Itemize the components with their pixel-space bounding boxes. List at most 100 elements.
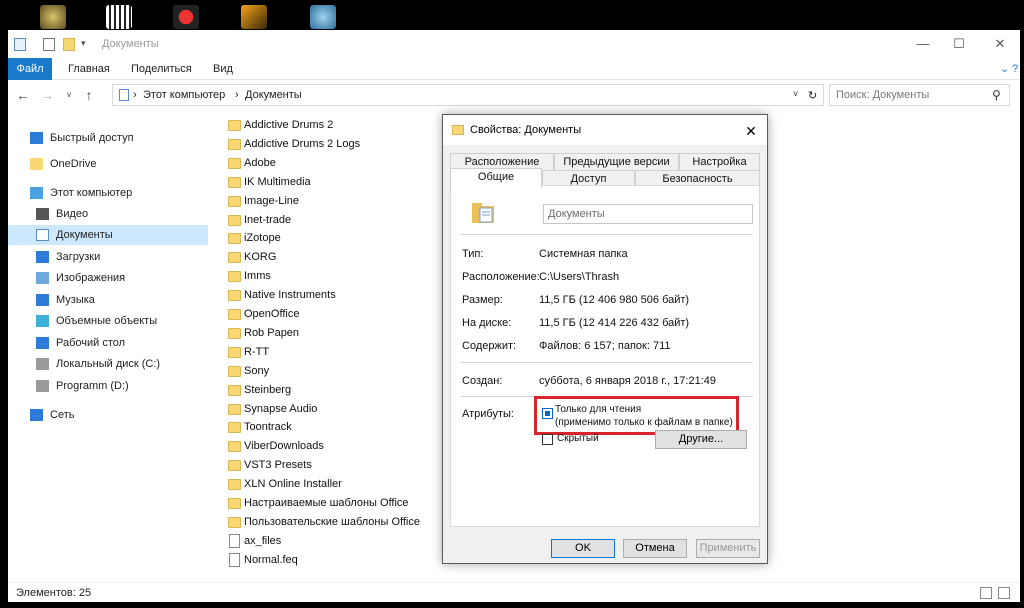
fl-studio-icon[interactable] (241, 5, 267, 29)
large-icons-view-icon[interactable] (998, 587, 1010, 599)
sidebar-item[interactable]: Музыка (8, 290, 208, 310)
search-input[interactable]: Поиск: Документы ⚲ (829, 84, 1010, 106)
list-item[interactable]: Normal.feq (220, 551, 450, 570)
forward-arrow-icon[interactable]: → (38, 86, 56, 104)
dialog-title: Свойства: Документы (470, 124, 582, 136)
folder-icon (228, 138, 241, 150)
tab-view[interactable]: Вид (203, 58, 243, 80)
tab-customize[interactable]: Настройка (679, 153, 760, 171)
list-item[interactable]: ViberDownloads (220, 437, 450, 456)
address-bar-row: ← → ˅ ↑ › Этот компьютер › Документы ˅ ↻… (8, 80, 1020, 110)
list-item-label: XLN Online Installer (244, 478, 342, 491)
list-item[interactable]: iZotope (220, 229, 450, 248)
recent-chevron-icon[interactable]: ˅ (60, 86, 78, 104)
piano-app-icon[interactable] (106, 5, 132, 29)
sidebar-item[interactable]: Загрузки (8, 247, 208, 267)
chevron-down-icon[interactable]: ▾ (81, 38, 89, 51)
list-item-label: Sony (244, 364, 270, 377)
breadcrumb-documents[interactable]: Документы (245, 89, 302, 101)
audio-app-icon[interactable] (173, 5, 199, 29)
folder-icon[interactable] (63, 38, 75, 51)
list-item[interactable]: Imms (220, 267, 450, 286)
advanced-button[interactable]: Другие... (655, 430, 747, 449)
list-item[interactable]: KORG (220, 248, 450, 267)
checkmark-icon[interactable] (43, 38, 55, 51)
dialog-close-icon[interactable]: ✕ (741, 121, 761, 141)
list-item[interactable]: OpenOffice (220, 305, 450, 324)
minimize-button[interactable]: — (905, 34, 941, 54)
refresh-icon[interactable]: ↻ (808, 89, 817, 102)
list-item[interactable]: IK Multimedia (220, 173, 450, 192)
list-item[interactable]: R-TT (220, 343, 450, 362)
up-arrow-icon[interactable]: ↑ (80, 86, 98, 104)
list-item-label: Adobe (244, 156, 276, 169)
list-item[interactable]: Synapse Audio (220, 400, 450, 419)
address-bar[interactable]: › Этот компьютер › Документы ˅ ↻ (112, 84, 824, 106)
sidebar-item[interactable]: OneDrive (8, 154, 208, 174)
sidebar-item[interactable]: Быстрый доступ (8, 128, 208, 148)
image-icon (36, 272, 49, 284)
list-item[interactable]: Native Instruments (220, 286, 450, 305)
list-item-label: Addictive Drums 2 (244, 119, 334, 131)
list-item[interactable]: ax_files (220, 532, 450, 551)
hidden-checkbox[interactable] (542, 434, 553, 445)
details-view-icon[interactable] (980, 587, 992, 599)
apply-button[interactable]: Применить (696, 539, 760, 558)
folder-icon (228, 346, 241, 358)
sidebar-item[interactable]: Локальный диск (C:) (8, 354, 208, 374)
speedometer-app-icon[interactable] (310, 5, 336, 29)
dialog-title-bar: Свойства: Документы ✕ (443, 115, 767, 145)
back-arrow-icon[interactable]: ← (14, 86, 32, 104)
tab-share[interactable]: Поделиться (121, 58, 202, 80)
list-item[interactable]: Sony (220, 362, 450, 381)
divider (461, 362, 753, 363)
list-item[interactable]: Image-Line (220, 192, 450, 211)
help-icon[interactable]: ? (1002, 58, 1024, 80)
list-item[interactable]: Toontrack (220, 418, 450, 437)
list-item[interactable]: Rob Papen (220, 324, 450, 343)
sidebar-item[interactable]: Видео (8, 204, 208, 224)
list-item[interactable]: Adobe (220, 154, 450, 173)
cancel-button[interactable]: Отмена (623, 539, 687, 558)
sidebar-item[interactable]: Programm (D:) (8, 376, 208, 396)
list-item[interactable]: Addictive Drums 2 (220, 116, 450, 135)
address-dropdown-icon[interactable]: ˅ (793, 89, 798, 99)
list-item-label: ax_files (244, 534, 282, 547)
sidebar-item[interactable]: Объемные объекты (8, 311, 208, 331)
tab-previous-versions[interactable]: Предыдущие версии (554, 153, 679, 171)
list-item[interactable]: Addictive Drums 2 Logs (220, 135, 450, 154)
close-button[interactable]: ✕ (982, 34, 1018, 54)
list-item[interactable]: Пользовательские шаблоны Office (220, 513, 450, 532)
list-item-label: Пользовательские шаблоны Office (244, 515, 420, 528)
list-item-label: IK Multimedia (244, 175, 311, 188)
sidebar-item[interactable]: Изображения (8, 268, 208, 288)
list-item-label: KORG (244, 251, 277, 264)
properties-icon[interactable] (14, 38, 26, 51)
sidebar-item-label: Видео (56, 208, 89, 220)
general-tab-panel: Документы Тип: Системная папка Расположени… (450, 185, 760, 527)
folder-icon (228, 195, 241, 207)
sidebar-item[interactable]: Этот компьютер (8, 183, 208, 203)
readonly-checkbox[interactable] (542, 408, 553, 419)
app-icon-1[interactable] (40, 5, 66, 29)
ok-button[interactable]: OK (551, 539, 615, 558)
list-item[interactable]: Steinberg (220, 381, 450, 400)
tab-home[interactable]: Главная (58, 58, 120, 80)
readonly-label: Только для чтения (555, 404, 642, 415)
folder-icon (228, 460, 241, 472)
tab-file[interactable]: Файл (8, 58, 52, 80)
list-item[interactable]: Inet-trade (220, 211, 450, 230)
breadcrumb-this-pc[interactable]: Этот компьютер (143, 89, 225, 101)
sidebar-item-label: Музыка (56, 294, 95, 306)
sidebar-item[interactable]: Сеть (8, 405, 208, 425)
tab-general[interactable]: Общие (450, 168, 542, 188)
list-item[interactable]: Настраиваемые шаблоны Office (220, 494, 450, 513)
folder-name-input[interactable]: Документы (543, 204, 753, 224)
hidden-label: Скрытый (557, 433, 599, 444)
sidebar-item[interactable]: Рабочий стол (8, 333, 208, 353)
sidebar-item[interactable]: Документы (8, 225, 208, 245)
list-item[interactable]: XLN Online Installer (220, 475, 450, 494)
drive-icon (36, 358, 49, 370)
maximize-button[interactable]: ☐ (941, 34, 977, 54)
list-item[interactable]: VST3 Presets (220, 456, 450, 475)
